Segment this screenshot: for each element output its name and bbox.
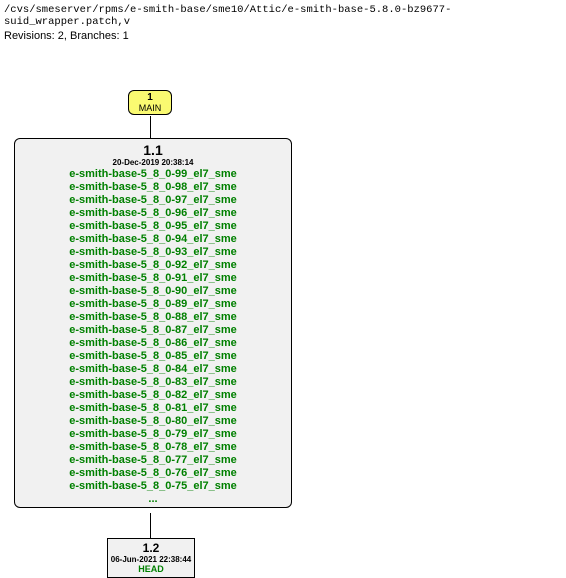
revision-1-2-node[interactable]: 1.2 06-Jun-2021 22:38:44 HEAD (107, 538, 195, 578)
tag-label: e-smith-base-5_8_0-75_el7_sme (18, 480, 288, 493)
tag-label: e-smith-base-5_8_0-96_el7_sme (18, 207, 288, 220)
revision-version: 1.1 (18, 142, 288, 158)
tag-label: e-smith-base-5_8_0-99_el7_sme (18, 168, 288, 181)
repo-path: /cvs/smeserver/rpms/e-smith-base/sme10/A… (4, 4, 562, 28)
revision-version: 1.2 (108, 541, 194, 555)
tag-label: e-smith-base-5_8_0-79_el7_sme (18, 428, 288, 441)
revisions-summary: Revisions: 2, Branches: 1 (4, 30, 562, 42)
branch-label: MAIN (129, 103, 171, 113)
tag-label: e-smith-base-5_8_0-76_el7_sme (18, 467, 288, 480)
branch-number: 1 (129, 92, 171, 103)
tag-label: e-smith-base-5_8_0-91_el7_sme (18, 272, 288, 285)
revision-1-1-node[interactable]: 1.1 20-Dec-2019 20:38:14 e-smith-base-5_… (14, 138, 292, 508)
tag-label: e-smith-base-5_8_0-94_el7_sme (18, 233, 288, 246)
tag-label: e-smith-base-5_8_0-88_el7_sme (18, 311, 288, 324)
tag-label: e-smith-base-5_8_0-87_el7_sme (18, 324, 288, 337)
tag-label: e-smith-base-5_8_0-90_el7_sme (18, 285, 288, 298)
tag-label: e-smith-base-5_8_0-98_el7_sme (18, 181, 288, 194)
tag-label: e-smith-base-5_8_0-85_el7_sme (18, 350, 288, 363)
tag-label: e-smith-base-5_8_0-82_el7_sme (18, 389, 288, 402)
tag-label: e-smith-base-5_8_0-83_el7_sme (18, 376, 288, 389)
tag-label: e-smith-base-5_8_0-84_el7_sme (18, 363, 288, 376)
revision-date: 06-Jun-2021 22:38:44 (108, 555, 194, 564)
tag-label: e-smith-base-5_8_0-86_el7_sme (18, 337, 288, 350)
tag-label: e-smith-base-5_8_0-92_el7_sme (18, 259, 288, 272)
connector-line (150, 116, 151, 138)
tag-label: e-smith-base-5_8_0-81_el7_sme (18, 402, 288, 415)
head-label: HEAD (108, 564, 194, 574)
branch-main-node[interactable]: 1 MAIN (128, 90, 172, 115)
tag-label: e-smith-base-5_8_0-95_el7_sme (18, 220, 288, 233)
tag-label: e-smith-base-5_8_0-78_el7_sme (18, 441, 288, 454)
tag-label: e-smith-base-5_8_0-93_el7_sme (18, 246, 288, 259)
more-indicator: ... (18, 493, 288, 505)
tag-list: e-smith-base-5_8_0-99_el7_smee-smith-bas… (18, 168, 288, 493)
tag-label: e-smith-base-5_8_0-77_el7_sme (18, 454, 288, 467)
revision-date: 20-Dec-2019 20:38:14 (18, 158, 288, 167)
tag-label: e-smith-base-5_8_0-80_el7_sme (18, 415, 288, 428)
tag-label: e-smith-base-5_8_0-97_el7_sme (18, 194, 288, 207)
tag-label: e-smith-base-5_8_0-89_el7_sme (18, 298, 288, 311)
connector-line (150, 513, 151, 538)
